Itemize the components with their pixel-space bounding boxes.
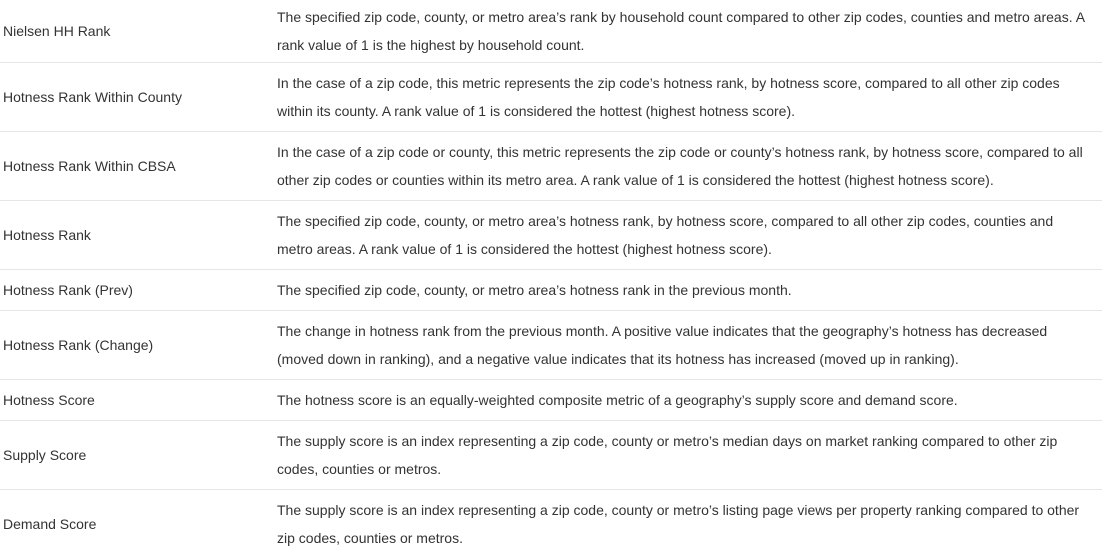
table-row: Hotness Score The hotness score is an eq… [0,380,1102,421]
description-cell: The hotness score is an equally-weighted… [273,380,1102,421]
description-cell: The supply score is an index representin… [273,421,1102,490]
term-cell: Hotness Rank (Change) [0,311,273,380]
description-cell: The specified zip code, county, or metro… [273,201,1102,270]
description-cell: The change in hotness rank from the prev… [273,311,1102,380]
term-cell: Hotness Rank (Prev) [0,270,273,311]
table-row: Hotness Rank The specified zip code, cou… [0,201,1102,270]
description-cell: In the case of a zip code or county, thi… [273,132,1102,201]
term-cell: Nielsen HH Rank [0,0,273,63]
table-row: Supply Score The supply score is an inde… [0,421,1102,490]
definitions-table: Nielsen HH Rank The specified zip code, … [0,0,1102,558]
term-cell: Hotness Rank Within CBSA [0,132,273,201]
term-cell: Hotness Rank Within County [0,63,273,132]
table-row: Hotness Rank (Prev) The specified zip co… [0,270,1102,311]
term-cell: Demand Score [0,490,273,558]
description-cell: In the case of a zip code, this metric r… [273,63,1102,132]
table-row: Demand Score The supply score is an inde… [0,490,1102,558]
description-cell: The supply score is an index representin… [273,490,1102,558]
table-row: Hotness Rank Within CBSA In the case of … [0,132,1102,201]
table-row: Hotness Rank Within County In the case o… [0,63,1102,132]
table-row: Nielsen HH Rank The specified zip code, … [0,0,1102,63]
term-cell: Supply Score [0,421,273,490]
term-cell: Hotness Score [0,380,273,421]
table-row: Hotness Rank (Change) The change in hotn… [0,311,1102,380]
term-cell: Hotness Rank [0,201,273,270]
description-cell: The specified zip code, county, or metro… [273,0,1102,63]
description-cell: The specified zip code, county, or metro… [273,270,1102,311]
